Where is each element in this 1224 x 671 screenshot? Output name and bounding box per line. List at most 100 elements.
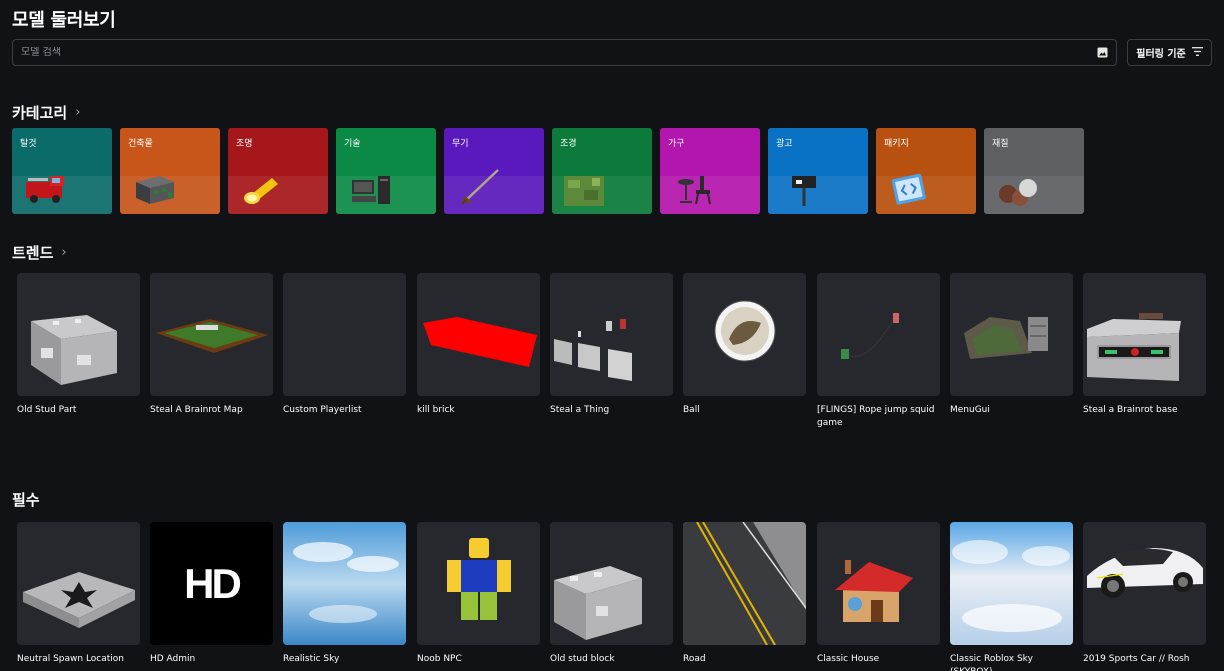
page-title: 모델 둘러보기 [12, 10, 116, 31]
category-label: 건축물 [128, 139, 153, 149]
model-card[interactable]: Old Stud Part [17, 273, 140, 417]
category-tile-packages[interactable]: 패키지 [876, 128, 976, 214]
essentials-title: 필수 [12, 491, 40, 509]
category-label: 조명 [236, 139, 253, 149]
signpost-icon [792, 176, 816, 206]
filter-label: 필터링 기준 [1136, 49, 1186, 60]
category-label: 광고 [776, 139, 793, 149]
category-tile-weapons[interactable]: 무기 [444, 128, 544, 214]
model-card[interactable]: 2019 Sports Car // Rosh [1083, 522, 1206, 666]
filter-icon [1191, 46, 1203, 59]
flashlight-icon [244, 178, 278, 204]
model-thumbnail [550, 522, 673, 645]
model-label: Classic Roblox Sky (SKYBOX) [950, 654, 1033, 671]
category-label: 탈것 [20, 139, 37, 149]
filter-button[interactable]: 필터링 기준 [1127, 39, 1212, 66]
model-card[interactable]: Steal a Brainrot base [1083, 273, 1206, 417]
model-card[interactable]: Steal A Brainrot Map [150, 273, 273, 417]
material-spheres-icon [999, 179, 1037, 206]
search-box[interactable] [12, 39, 1117, 66]
model-thumbnail [550, 273, 673, 396]
category-tile-materials[interactable]: 재질 [984, 128, 1084, 214]
model-label: MenuGui [950, 405, 990, 415]
category-label: 기술 [344, 139, 361, 149]
building-icon [136, 176, 174, 204]
model-card[interactable]: kill brick [417, 273, 540, 417]
model-label: Old stud block [550, 654, 615, 664]
categories-title: 카테고리 [12, 104, 68, 122]
model-thumbnail: HD [150, 522, 273, 645]
category-label: 가구 [668, 139, 685, 149]
category-tile-ads[interactable]: 광고 [768, 128, 868, 214]
model-label: Custom Playerlist [283, 405, 362, 415]
computer-icon [352, 176, 390, 204]
chevron-right-icon: › [75, 105, 81, 120]
category-tile-technology[interactable]: 기술 [336, 128, 436, 214]
search-input[interactable] [21, 47, 1096, 58]
model-thumbnail [1083, 522, 1206, 645]
model-card[interactable]: Ball [683, 273, 806, 417]
model-card[interactable]: Noob NPC [417, 522, 540, 666]
model-thumbnail [150, 273, 273, 396]
category-tile-buildings[interactable]: 건축물 [120, 128, 220, 214]
model-label: Realistic Sky [283, 654, 340, 664]
code-package-icon [891, 173, 926, 205]
model-thumbnail [950, 522, 1073, 645]
model-thumbnail [1083, 273, 1206, 396]
model-thumbnail [417, 522, 540, 645]
image-search-icon[interactable] [1096, 47, 1108, 59]
essentials-header: 필수 [12, 489, 40, 510]
model-thumbnail [17, 273, 140, 396]
model-label: Ball [683, 405, 700, 415]
model-thumbnail [950, 273, 1073, 396]
fire-truck-icon [26, 176, 64, 203]
trends-title: 트렌드 [12, 244, 54, 262]
model-thumbnail [283, 522, 406, 645]
model-label: Steal A Brainrot Map [150, 405, 243, 415]
model-thumbnail [683, 273, 806, 396]
categories-header[interactable]: 카테고리 › [12, 102, 80, 123]
model-card[interactable]: Old stud block [550, 522, 673, 666]
model-card[interactable]: Classic House [817, 522, 940, 666]
model-thumbnail [683, 522, 806, 645]
model-card[interactable]: Realistic Sky [283, 522, 406, 666]
category-label: 조경 [560, 139, 577, 149]
model-thumbnail [817, 522, 940, 645]
sword-icon [460, 169, 499, 206]
model-card[interactable]: Classic Roblox Sky (SKYBOX) [950, 522, 1073, 671]
model-label: Classic House [817, 654, 880, 664]
model-label: Steal a Brainrot base [1083, 405, 1178, 415]
chevron-right-icon: › [61, 245, 67, 260]
trends-header[interactable]: 트렌드 › [12, 242, 67, 263]
hd-logo: HD [184, 559, 242, 607]
model-label: Old Stud Part [17, 405, 77, 415]
category-label: 무기 [452, 139, 469, 149]
model-thumbnail [417, 273, 540, 396]
model-card[interactable]: Steal a Thing [550, 273, 673, 417]
model-label: kill brick [417, 405, 455, 415]
model-card[interactable]: [FLINGS] Rope jump squid game [817, 273, 940, 430]
model-thumbnail [17, 522, 140, 645]
category-tile-furniture[interactable]: 가구 [660, 128, 760, 214]
category-tile-lighting[interactable]: 조명 [228, 128, 328, 214]
model-thumbnail [283, 273, 406, 396]
category-label: 재질 [992, 139, 1009, 149]
model-card[interactable]: Neutral Spawn Location [17, 522, 140, 666]
model-card[interactable]: Road [683, 522, 806, 666]
category-label: 패키지 [884, 139, 909, 149]
model-card[interactable]: MenuGui [950, 273, 1073, 417]
category-tile-vehicles[interactable]: 탈것 [12, 128, 112, 214]
model-label: Road [683, 654, 706, 664]
chair-table-icon [678, 176, 711, 205]
model-label: Neutral Spawn Location [17, 654, 125, 664]
model-label: [FLINGS] Rope jump squid game [817, 405, 935, 428]
model-label: Steal a Thing [550, 405, 610, 415]
model-label: Noob NPC [417, 654, 462, 664]
terrain-icon [564, 176, 604, 206]
model-card[interactable]: Custom Playerlist [283, 273, 406, 417]
category-tile-landscape[interactable]: 조경 [552, 128, 652, 214]
model-thumbnail [817, 273, 940, 396]
model-label: HD Admin [150, 654, 196, 664]
model-card[interactable]: HD HD Admin [150, 522, 273, 666]
model-label: 2019 Sports Car // Rosh [1083, 654, 1190, 664]
